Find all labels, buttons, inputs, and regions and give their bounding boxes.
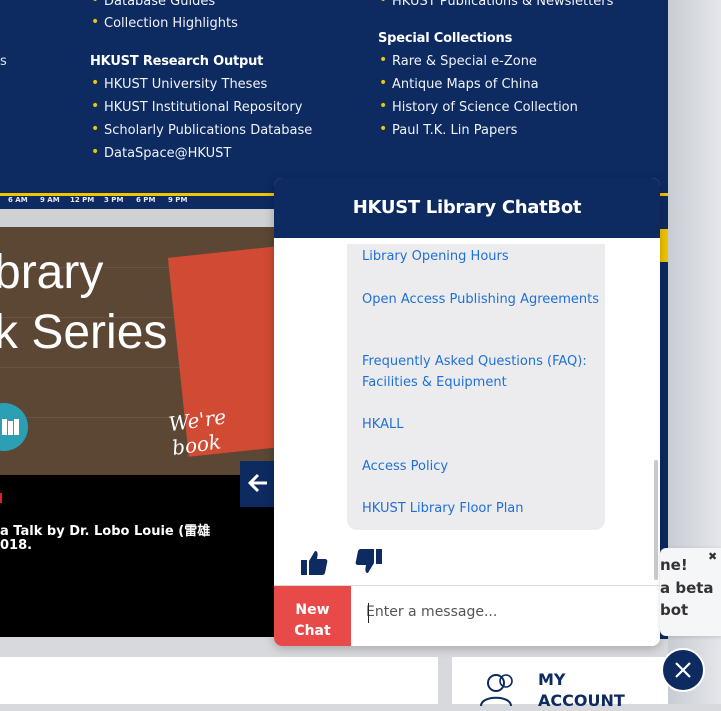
chat-close-button[interactable] [661,648,705,692]
nav-link-scholarly-db[interactable]: Scholarly Publications Database [91,121,312,138]
nav-link-publications[interactable]: HKUST Publications & Newsletters [379,0,613,9]
arrow-left-icon [247,473,267,493]
chatbot-window: HKUST Library ChatBot Library Opening Ho… [274,178,660,646]
popup-line-1: ne! [660,556,688,574]
text-cursor [368,603,369,623]
bottom-card [0,657,438,704]
timeline-label: 3 PM [104,196,124,204]
my-account-link[interactable]: MY ACCOUNT [452,657,668,710]
chat-link-floor-plan[interactable]: HKUST Library Floor Plan [362,498,602,519]
hero-title-line1: brary [0,246,104,299]
thumbs-up-icon[interactable] [299,548,329,578]
nav-link-collection-highlights[interactable]: Collection Highlights [91,14,238,31]
nav-link-history-science[interactable]: History of Science Collection [379,98,578,115]
hero-title-line2: k Series [0,306,168,359]
research-output-heading: HKUST Research Output [90,54,264,69]
chatbot-title: HKUST Library ChatBot [274,178,660,238]
nav-link-database-guides[interactable]: Database Guides [91,0,215,9]
nav-link-repository[interactable]: HKUST Institutional Repository [91,98,302,115]
timeline-label: 9 PM [168,196,188,204]
timeline-label: 12 PM [70,196,95,204]
chat-input-row: New Chat [274,585,660,646]
special-collections-heading: Special Collections [378,31,513,46]
chat-message-input[interactable] [364,598,648,626]
hero-caption: a Talk by Dr. Lobo Louie (雷雄 018. [0,475,274,637]
timeline-label: 9 AM [40,196,60,204]
beta-notice-popup: ✖ ne! a beta bot [660,548,721,636]
nav-link-theses[interactable]: HKUST University Theses [91,75,267,92]
caption-line-1: a Talk by Dr. Lobo Louie (雷雄 [0,524,211,539]
chat-link-faq[interactable]: Frequently Asked Questions (FAQ): Facili… [362,351,602,393]
nav-link-rare-ezone[interactable]: Rare & Special e-Zone [379,52,537,69]
chat-link-access-policy[interactable]: Access Policy [362,456,602,477]
hero-carousel-image[interactable]: brary k Series We're book [0,227,274,475]
nav-link-paul-lin[interactable]: Paul T.K. Lin Papers [379,121,517,138]
nav-edge-fragment: s [0,54,7,69]
thumbs-down-icon[interactable] [354,546,384,576]
caption-marker [0,493,2,503]
account-label-1: MY [538,670,566,689]
user-icon [480,674,513,707]
chat-link-opening-hours[interactable]: Library Opening Hours [362,246,602,267]
chat-link-open-access[interactable]: Open Access Publishing Agreements [362,289,602,310]
new-chat-button[interactable]: New Chat [274,586,351,646]
book-circle-icon [0,403,28,451]
chat-scrollbar[interactable] [654,460,658,580]
timeline-label: 6 PM [136,196,156,204]
nav-link-dataspace[interactable]: DataSpace@HKUST [91,144,231,161]
carousel-prev-button[interactable] [240,461,274,507]
close-icon [675,662,691,678]
account-label-2: ACCOUNT [538,691,625,710]
caption-line-2: 018. [0,538,33,553]
popup-line-3: bot [660,601,689,619]
right-panel-accent [660,229,668,262]
library-nav-panel: Database Guides Collection Highlights s … [0,0,668,197]
timeline-label: 6 AM [8,196,28,204]
nav-link-antique-maps[interactable]: Antique Maps of China [379,75,539,92]
chat-link-hkall[interactable]: HKALL [362,414,602,435]
popup-close-icon[interactable]: ✖ [708,550,717,563]
popup-line-2: a beta [660,579,714,597]
